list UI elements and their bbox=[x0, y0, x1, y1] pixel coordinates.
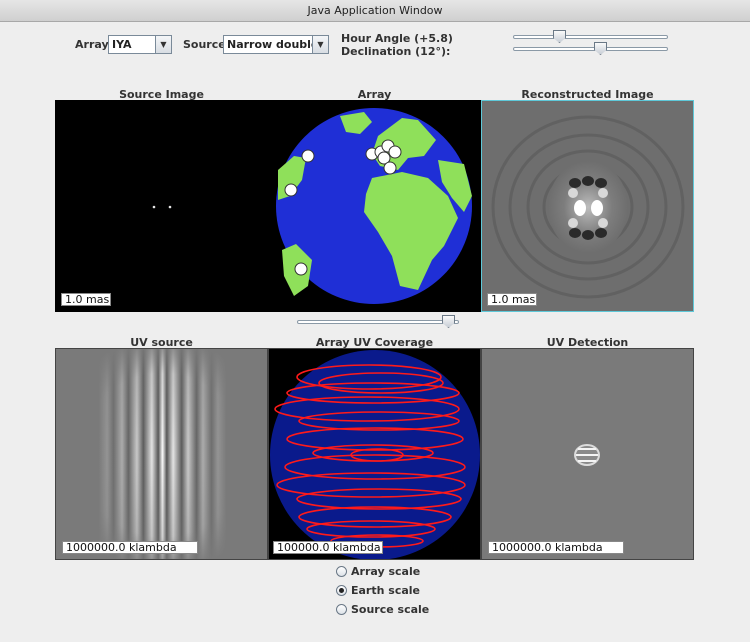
source-peak bbox=[591, 200, 603, 216]
uv-detection-canvas bbox=[574, 444, 600, 466]
source-point bbox=[168, 205, 172, 209]
slider-track bbox=[513, 47, 668, 51]
uv-source-canvas bbox=[56, 349, 267, 559]
scale-bar: 1000000.0 klambda bbox=[488, 541, 624, 554]
radio-label: Earth scale bbox=[351, 583, 421, 597]
telescope-marker bbox=[383, 161, 397, 175]
radio-button[interactable] bbox=[336, 603, 347, 615]
slider-thumb[interactable] bbox=[553, 30, 566, 43]
radio-source-scale[interactable]: Source scale bbox=[336, 601, 429, 617]
radio-earth-scale[interactable]: Earth scale bbox=[336, 582, 420, 598]
array-globe-panel[interactable] bbox=[268, 100, 481, 312]
source-image-panel[interactable]: 1.0 mas bbox=[55, 100, 268, 312]
telescope-marker bbox=[388, 145, 402, 159]
telescope-marker bbox=[284, 183, 298, 197]
radio-button[interactable] bbox=[336, 565, 347, 577]
detected-visibilities bbox=[574, 444, 600, 466]
slider-track bbox=[513, 35, 668, 39]
earth-globe bbox=[276, 108, 472, 304]
uv-source-panel[interactable]: 1000000.0 klambda bbox=[55, 348, 268, 560]
array-uv-coverage-panel[interactable]: 100000.0 klambda bbox=[268, 348, 481, 560]
scale-bar: 1000000.0 klambda bbox=[62, 541, 198, 554]
radio-label: Array scale bbox=[351, 564, 421, 578]
source-image-canvas bbox=[152, 205, 172, 209]
uv-detection-panel[interactable]: 1000000.0 klambda bbox=[481, 348, 694, 560]
source-select[interactable]: Narrow double ▼ bbox=[223, 35, 329, 54]
source-peak bbox=[574, 200, 586, 216]
radio-array-scale[interactable]: Array scale bbox=[336, 563, 420, 579]
telescope-marker bbox=[294, 262, 308, 276]
slider-thumb[interactable] bbox=[594, 42, 607, 55]
slider-track bbox=[297, 320, 459, 324]
hour-angle-label: Hour Angle (+5.8) bbox=[341, 32, 453, 45]
zoom-slider[interactable] bbox=[297, 315, 459, 328]
reconstructed-image-canvas bbox=[482, 101, 693, 311]
declination-slider[interactable] bbox=[513, 42, 668, 55]
uv-coverage-canvas bbox=[270, 350, 480, 559]
array-select-value: IYA bbox=[112, 38, 132, 51]
slider-thumb[interactable] bbox=[442, 315, 455, 328]
radio-label: Source scale bbox=[351, 602, 430, 616]
scale-bar: 100000.0 klambda bbox=[273, 541, 383, 554]
reconstructed-image-panel[interactable]: 1.0 mas bbox=[481, 100, 694, 312]
scale-bar: 1.0 mas bbox=[487, 293, 537, 306]
chevron-down-icon[interactable]: ▼ bbox=[312, 36, 328, 53]
radio-button[interactable] bbox=[336, 584, 347, 596]
source-select-value: Narrow double bbox=[227, 38, 319, 51]
hour-angle-slider[interactable] bbox=[513, 30, 668, 43]
telescope-marker bbox=[301, 149, 315, 163]
declination-label: Declination (12°): bbox=[341, 45, 451, 58]
source-point bbox=[152, 205, 156, 209]
array-select[interactable]: IYA ▼ bbox=[108, 35, 172, 54]
window-title: Java Application Window bbox=[0, 0, 750, 22]
scale-bar: 1.0 mas bbox=[61, 293, 111, 306]
chevron-down-icon[interactable]: ▼ bbox=[155, 36, 171, 53]
